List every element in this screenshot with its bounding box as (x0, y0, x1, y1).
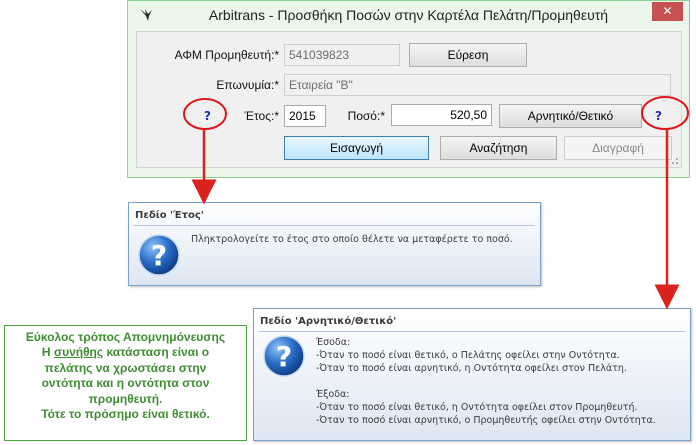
year-label: Έτος:* (244, 109, 279, 123)
year-tooltip-text: Πληκτρολογείτε το έτος στο οποίο θέλετε … (191, 234, 513, 245)
sign-tooltip-title: Πεδίο 'Αρνητικό/Θετικό' (260, 316, 397, 327)
title-bar[interactable]: Arbitrans - Προσθήκη Ποσών στην Καρτέλα … (128, 1, 689, 31)
help-question-icon: ? (138, 234, 180, 276)
sign-tooltip-line: -Όταν το ποσό είναι αρνητικό, ο Προμηθευ… (316, 415, 656, 426)
sign-toggle-button[interactable]: Αρνητικό/Θετικό (499, 104, 642, 128)
amount-field[interactable]: 520,50 (391, 104, 492, 126)
note-line: πελάτης να χρωστάσει στην (44, 360, 207, 375)
window-title: Arbitrans - Προσθήκη Ποσών στην Καρτέλα … (208, 7, 609, 23)
year-help-tooltip: Πεδίο 'Έτος' ? Πληκτρολογείτε το έτος στ… (128, 202, 541, 286)
sign-tooltip-expense-heading: Έξοδα: (316, 389, 350, 400)
form-panel: ΑΦΜ Προμηθευτή:* 541039823 Εύρεση Επωνυμ… (136, 31, 682, 168)
insert-button[interactable]: Εισαγωγή (284, 136, 429, 160)
help-question-icon: ? (263, 335, 305, 377)
name-field[interactable]: Εταιρεία "Β" (284, 74, 671, 96)
amount-label: Ποσό:* (347, 109, 385, 123)
close-button[interactable]: ✕ (652, 2, 683, 21)
sign-help-tooltip: Πεδίο 'Αρνητικό/Θετικό' ? Έσοδα: -Όταν τ… (253, 308, 691, 441)
tooltip-divider (134, 225, 535, 226)
note-line: οντότητα και η οντότητα στον (41, 376, 210, 391)
year-field[interactable]: 2015 (284, 105, 326, 127)
find-button[interactable]: Εύρεση (409, 43, 527, 67)
sign-tooltip-line: -Όταν το ποσό είναι αρνητικό, η Οντότητα… (316, 363, 627, 374)
note-line: Τότε το πρόσημο είναι θετικό. (41, 407, 210, 422)
note-line: Η συνήθης κατάσταση είναι ο (41, 345, 210, 360)
note-line: Εύκολος τρόπος Απομνημόνευσης (25, 330, 226, 344)
note-line: προμηθευτή. (88, 391, 163, 406)
year-help-icon[interactable]: ? (204, 109, 211, 123)
delete-button: Διαγραφή (564, 136, 672, 160)
resize-grip-icon[interactable] (669, 155, 679, 165)
note-underlined-word: συνήθης (53, 345, 104, 360)
svg-text:?: ? (276, 340, 292, 373)
afm-field[interactable]: 541039823 (284, 44, 400, 66)
svg-text:?: ? (151, 239, 167, 272)
sign-help-icon[interactable]: ? (655, 109, 662, 123)
name-label: Επωνυμία:* (216, 78, 279, 92)
sign-tooltip-line: -Όταν το ποσό είναι θετικό, η Οντότητα ο… (316, 402, 638, 413)
tooltip-divider (259, 331, 685, 332)
app-window: Arbitrans - Προσθήκη Ποσών στην Καρτέλα … (127, 0, 690, 178)
afm-label: ΑΦΜ Προμηθευτή:* (174, 48, 279, 62)
year-tooltip-title: Πεδίο 'Έτος' (135, 210, 204, 221)
search-button[interactable]: Αναζήτηση (440, 136, 557, 160)
mnemonic-note: Εύκολος τρόπος Απομνημόνευσης Η συνήθης … (4, 325, 247, 441)
sign-tooltip-line: -Όταν το ποσό είναι θετικό, ο Πελάτης οφ… (316, 350, 620, 361)
sign-tooltip-income-heading: Έσοδα: (316, 337, 351, 348)
